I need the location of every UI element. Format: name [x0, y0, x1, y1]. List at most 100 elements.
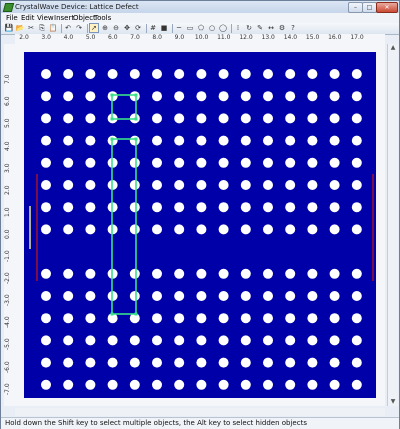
lattice-hole[interactable] — [329, 379, 340, 390]
lattice-hole[interactable] — [351, 313, 362, 324]
lattice-hole[interactable] — [152, 357, 162, 368]
lattice-hole[interactable] — [129, 379, 140, 390]
rotate-tool-icon[interactable]: ↻ — [245, 24, 253, 32]
selection-handle[interactable] — [110, 137, 114, 141]
zoom-out-icon[interactable]: ⊖ — [112, 24, 120, 32]
ellipse-tool-icon[interactable]: ◯ — [219, 24, 227, 32]
lattice-hole[interactable] — [63, 69, 74, 79]
lattice-hole[interactable] — [129, 357, 140, 368]
lattice-hole[interactable] — [174, 379, 185, 390]
lattice-hole[interactable] — [63, 157, 74, 168]
lattice-hole[interactable] — [218, 157, 229, 168]
lattice-hole[interactable] — [240, 135, 251, 146]
lattice-hole[interactable] — [85, 357, 96, 368]
lattice-hole[interactable] — [307, 202, 318, 213]
lattice-hole[interactable] — [63, 224, 74, 235]
maximize-button[interactable]: □ — [362, 2, 377, 13]
lattice-hole[interactable] — [174, 357, 185, 368]
lattice-hole[interactable] — [85, 202, 96, 213]
lattice-hole[interactable] — [263, 135, 273, 146]
lattice-hole[interactable] — [174, 335, 185, 346]
zoom-in-icon[interactable]: ⊕ — [101, 24, 109, 32]
lattice-hole[interactable] — [329, 268, 340, 279]
lattice-hole[interactable] — [285, 291, 296, 301]
menu-edit[interactable]: Edit — [21, 13, 35, 23]
lattice-hole[interactable] — [307, 180, 318, 190]
lattice-hole[interactable] — [285, 268, 296, 279]
lattice-hole[interactable] — [263, 157, 273, 168]
lattice-hole[interactable] — [218, 135, 229, 146]
lattice-hole[interactable] — [41, 379, 51, 390]
lattice-hole[interactable] — [85, 313, 96, 324]
lattice-hole[interactable] — [129, 291, 140, 301]
lattice-hole[interactable] — [85, 224, 96, 235]
lattice-hole[interactable] — [351, 91, 362, 102]
lattice-hole[interactable] — [351, 379, 362, 390]
lattice-hole[interactable] — [285, 113, 296, 124]
menu-view[interactable]: View — [37, 13, 54, 23]
lattice-hole[interactable] — [218, 224, 229, 235]
lattice-hole[interactable] — [240, 357, 251, 368]
lattice-view[interactable] — [15, 44, 385, 406]
lattice-hole[interactable] — [63, 379, 74, 390]
help-icon[interactable]: ? — [289, 24, 297, 32]
lattice-hole[interactable] — [129, 224, 140, 235]
lattice-hole[interactable] — [218, 357, 229, 368]
lattice-hole[interactable] — [129, 180, 140, 190]
measure-tool-icon[interactable]: ↔ — [267, 24, 275, 32]
lattice-hole[interactable] — [196, 91, 207, 102]
lattice-hole[interactable] — [174, 113, 185, 124]
menu-object[interactable]: Object — [73, 13, 96, 23]
lattice-hole[interactable] — [41, 268, 51, 279]
paste-icon[interactable]: 📋 — [49, 24, 58, 32]
lattice-hole[interactable] — [240, 113, 251, 124]
grid-icon[interactable]: # — [149, 24, 157, 32]
rectangle-tool-icon[interactable]: ▭ — [186, 24, 194, 32]
undo-icon[interactable]: ↶ — [64, 24, 72, 32]
lattice-hole[interactable] — [196, 335, 207, 346]
lattice-hole[interactable] — [152, 157, 162, 168]
lattice-hole[interactable] — [329, 91, 340, 102]
minimize-button[interactable]: – — [348, 2, 363, 13]
lattice-hole[interactable] — [285, 202, 296, 213]
lattice-hole[interactable] — [85, 91, 96, 102]
lattice-hole[interactable] — [41, 313, 51, 324]
lattice-hole[interactable] — [240, 180, 251, 190]
lattice-hole[interactable] — [63, 135, 74, 146]
polygon-tool-icon[interactable]: ⬠ — [197, 24, 205, 32]
lattice-hole[interactable] — [41, 113, 51, 124]
redo-icon[interactable]: ↷ — [75, 24, 83, 32]
lattice-hole[interactable] — [63, 357, 74, 368]
lattice-hole[interactable] — [107, 357, 118, 368]
lattice-hole[interactable] — [285, 224, 296, 235]
lattice-hole[interactable] — [351, 113, 362, 124]
lattice-hole[interactable] — [174, 91, 185, 102]
lattice-hole[interactable] — [218, 202, 229, 213]
lattice-hole[interactable] — [107, 379, 118, 390]
lattice-hole[interactable] — [307, 91, 318, 102]
menu-insert[interactable]: Insert — [54, 13, 74, 23]
lattice-hole[interactable] — [174, 268, 185, 279]
scroll-down-icon[interactable]: ▼ — [389, 398, 397, 406]
selection-handle[interactable] — [110, 312, 114, 316]
lattice-hole[interactable] — [307, 268, 318, 279]
lattice-hole[interactable] — [351, 268, 362, 279]
lattice-hole[interactable] — [107, 69, 118, 79]
lattice-hole[interactable] — [240, 69, 251, 79]
lattice-hole[interactable] — [41, 91, 51, 102]
lattice-hole[interactable] — [129, 335, 140, 346]
lattice-hole[interactable] — [351, 135, 362, 146]
lattice-hole[interactable] — [41, 291, 51, 301]
line-tool-icon[interactable]: ─ — [175, 24, 183, 32]
menu-file[interactable]: File — [6, 13, 18, 23]
lattice-hole[interactable] — [218, 69, 229, 79]
lattice-hole[interactable] — [85, 157, 96, 168]
lattice-hole[interactable] — [152, 135, 162, 146]
lattice-hole[interactable] — [129, 69, 140, 79]
lattice-hole[interactable] — [240, 291, 251, 301]
lattice-hole[interactable] — [129, 202, 140, 213]
lattice-hole[interactable] — [240, 379, 251, 390]
circle-tool-icon[interactable]: ○ — [208, 24, 216, 32]
lattice-hole[interactable] — [263, 379, 273, 390]
lattice-hole[interactable] — [41, 357, 51, 368]
